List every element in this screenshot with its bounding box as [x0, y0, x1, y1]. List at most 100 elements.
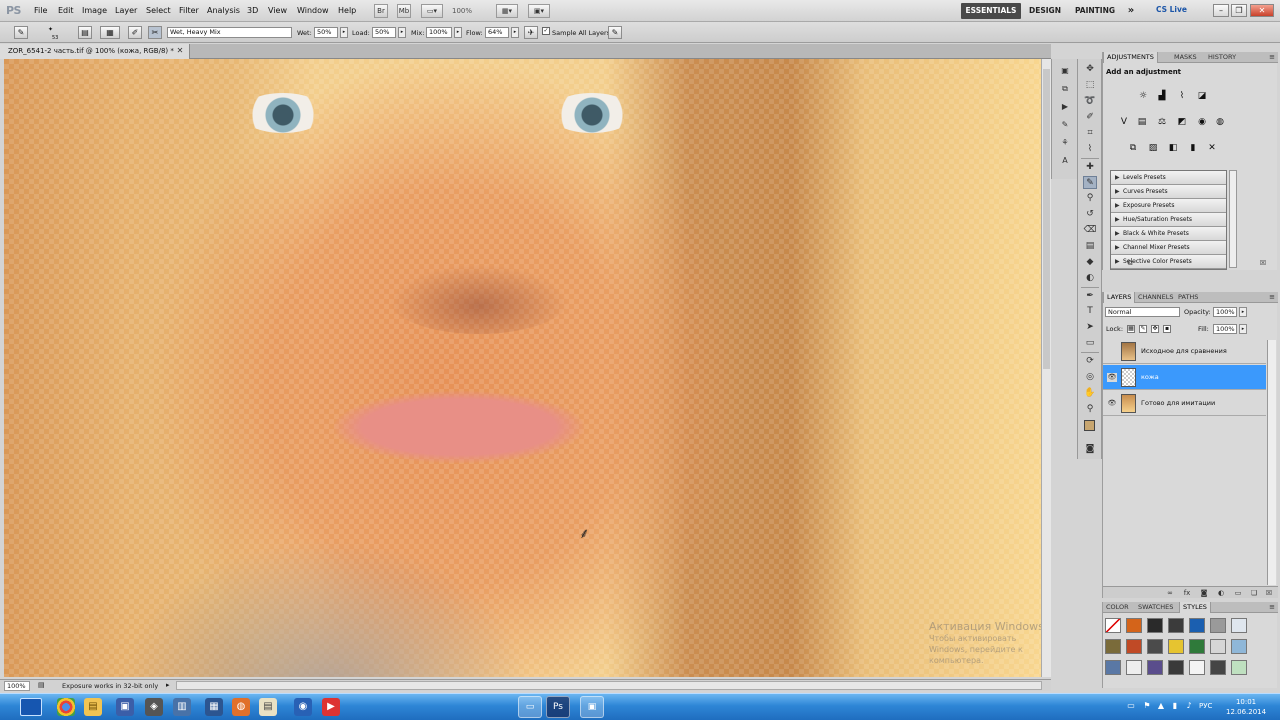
zoom-tool-icon[interactable]: ⚲ [1083, 403, 1097, 416]
opacity-dropdown-icon[interactable]: ▸ [1239, 307, 1247, 317]
gradient-tool-icon[interactable]: ▤ [1083, 240, 1097, 253]
levels-icon[interactable]: ▟ [1155, 90, 1169, 103]
brightness-contrast-icon[interactable]: ☼ [1136, 90, 1150, 103]
fill-field[interactable]: 100% [1213, 324, 1237, 334]
network-icon[interactable]: ▮ [1170, 701, 1180, 711]
tab-history[interactable]: HISTORY [1205, 52, 1239, 63]
hand-tool-icon[interactable]: ✋ [1083, 387, 1097, 400]
marquee-tool-icon[interactable]: ⬚ [1083, 79, 1097, 92]
exposure-icon[interactable]: ◪ [1195, 90, 1209, 103]
zoom-level-field[interactable]: 100% [4, 681, 30, 691]
layer-row-original[interactable]: Исходное для сравнения [1103, 339, 1266, 364]
pressure-icon[interactable]: ✎ [608, 26, 622, 39]
vertical-scroll-thumb[interactable] [1043, 69, 1050, 369]
volume-icon[interactable]: ♪ [1184, 701, 1194, 711]
workspace-essentials[interactable]: ESSENTIALS [961, 3, 1021, 19]
styles-panel-menu-icon[interactable]: ≡ [1269, 602, 1275, 613]
mix-combination-select[interactable]: Wet, Heavy Mix [167, 27, 292, 38]
healing-brush-tool-icon[interactable]: ✚ [1083, 161, 1097, 174]
restore-button[interactable]: ❐ [1231, 4, 1247, 17]
firefox-icon[interactable]: ◍ [232, 698, 250, 716]
document-close-icon[interactable]: ✕ [175, 46, 185, 56]
style-swatch[interactable] [1126, 618, 1142, 633]
eyedropper-tool-icon[interactable]: ⌇ [1083, 143, 1097, 156]
tab-channels[interactable]: CHANNELS [1135, 292, 1176, 303]
style-swatch[interactable] [1147, 618, 1163, 633]
style-swatch[interactable] [1168, 618, 1184, 633]
add-mask-icon[interactable]: ◙ [1199, 588, 1209, 598]
opacity-field[interactable]: 100% [1213, 307, 1237, 317]
link-layers-icon[interactable]: ∞ [1165, 588, 1175, 598]
new-group-icon[interactable]: ▭ [1233, 588, 1243, 598]
airbrush-icon[interactable]: ✈ [524, 26, 538, 39]
blur-tool-icon[interactable]: ◆ [1083, 256, 1097, 269]
new-adjustment-icon[interactable]: ◐ [1216, 588, 1226, 598]
tab-styles[interactable]: STYLES [1179, 602, 1211, 613]
preset-black-white[interactable]: ▶ Black & White Presets [1111, 227, 1226, 241]
tab-layers[interactable]: LAYERS [1103, 292, 1136, 303]
threshold-icon[interactable]: ◧ [1166, 142, 1180, 155]
move-tool-icon[interactable]: ✥ [1083, 63, 1097, 76]
character-panel-icon[interactable]: A [1059, 155, 1071, 166]
gradient-map-icon[interactable]: ▮ [1186, 142, 1200, 155]
flow-field[interactable]: 64% [485, 27, 509, 38]
canvas-vertical-scrollbar[interactable] [1041, 59, 1051, 677]
app-icon[interactable]: ▶ [322, 698, 340, 716]
brush-presets-panel-icon[interactable]: ✎ [1059, 119, 1071, 130]
load-brush-icon[interactable]: ✐ [128, 26, 142, 39]
layer-style-icon[interactable]: fx [1182, 588, 1192, 598]
menu-select[interactable]: Select [146, 6, 171, 15]
selective-color-icon[interactable]: ✕ [1205, 142, 1219, 155]
curves-icon[interactable]: ⌇ [1175, 90, 1189, 103]
style-swatch[interactable] [1189, 639, 1205, 654]
app-icon[interactable]: ▦ [205, 698, 223, 716]
visibility-toggle-icon[interactable] [1107, 347, 1117, 356]
color-balance-icon[interactable]: ⚖ [1155, 116, 1169, 129]
lock-all-icon[interactable]: ▪ [1163, 325, 1171, 333]
style-swatch[interactable] [1126, 639, 1142, 654]
status-menu-arrow-icon[interactable]: ▸ [166, 681, 170, 689]
history-panel-icon[interactable]: ⧉ [1059, 83, 1071, 94]
delete-layer-icon[interactable]: ☒ [1264, 588, 1274, 598]
menu-window[interactable]: Window [297, 6, 329, 15]
layers-scrollbar[interactable] [1267, 340, 1276, 585]
adjustments-delete-icon[interactable]: ☒ [1258, 258, 1268, 268]
style-none-swatch[interactable] [1105, 618, 1121, 633]
lock-image-icon[interactable]: ✎ [1139, 325, 1147, 333]
history-brush-tool-icon[interactable]: ↺ [1083, 208, 1097, 221]
workspace-design[interactable]: DESIGN [1027, 3, 1063, 19]
chrome-icon[interactable] [57, 698, 75, 716]
taskbar-task-button[interactable]: ▣ [580, 696, 604, 718]
adjustments-panel-menu-icon[interactable]: ≡ [1269, 52, 1275, 63]
menu-view[interactable]: View [268, 6, 287, 15]
menu-file[interactable]: File [34, 6, 47, 15]
taskbar-task-button[interactable]: ▭ [518, 696, 542, 718]
menu-filter[interactable]: Filter [179, 6, 199, 15]
zoom-select[interactable]: 100% [452, 4, 488, 18]
preset-curves[interactable]: ▶ Curves Presets [1111, 185, 1226, 199]
eraser-tool-icon[interactable]: ⌫ [1083, 224, 1097, 237]
load-field[interactable]: 50% [372, 27, 396, 38]
style-swatch[interactable] [1105, 660, 1121, 675]
preset-levels[interactable]: ▶ Levels Presets [1111, 171, 1226, 185]
bridge-icon[interactable]: Br [374, 4, 388, 18]
layer-row-skin[interactable]: 👁 кожа [1103, 365, 1266, 390]
close-button[interactable]: ✕ [1250, 4, 1274, 17]
mixer-brush-tool-icon[interactable]: ✎ [1083, 176, 1097, 189]
eye-icon[interactable]: 👁 [1107, 399, 1117, 408]
invert-icon[interactable]: ⧉ [1126, 142, 1140, 155]
mix-field[interactable]: 100% [426, 27, 452, 38]
tab-swatches[interactable]: SWATCHES [1135, 602, 1176, 613]
brush-preview-icon[interactable]: ✦ [48, 26, 53, 33]
style-swatch[interactable] [1210, 660, 1226, 675]
style-swatch[interactable] [1105, 639, 1121, 654]
app-icon[interactable]: ▤ [259, 698, 277, 716]
clock[interactable]: 10:01 12.06.2014 [1226, 697, 1266, 717]
lock-transparent-icon[interactable]: ▦ [1127, 325, 1135, 333]
type-tool-icon[interactable]: T [1083, 305, 1097, 318]
tray-icon[interactable]: ▲ [1156, 701, 1166, 711]
explorer-icon[interactable]: ▤ [84, 698, 102, 716]
menu-3d[interactable]: 3D [247, 6, 258, 15]
wet-dropdown-icon[interactable]: ▸ [340, 27, 348, 38]
clip-to-layer-icon[interactable]: ⧉ [1125, 258, 1135, 268]
